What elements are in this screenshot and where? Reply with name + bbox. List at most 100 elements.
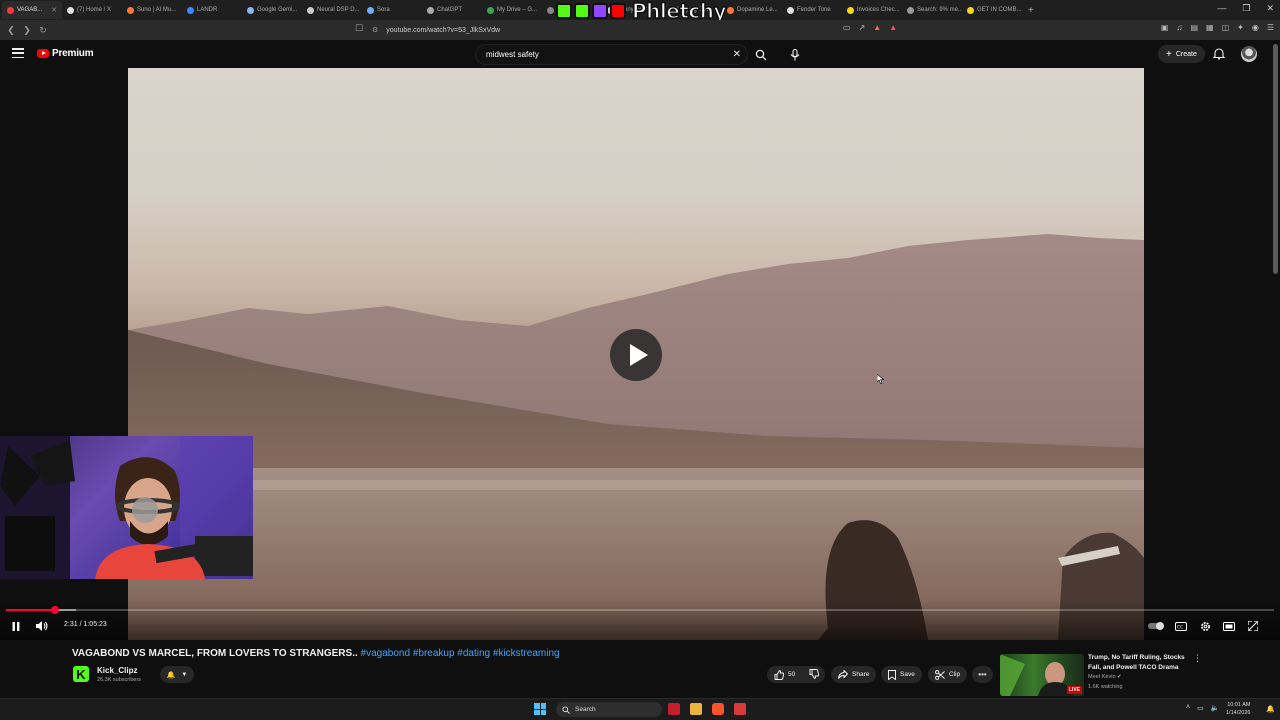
ai-icon[interactable]: ✦: [1237, 23, 1244, 32]
media-icon[interactable]: ♫: [1176, 23, 1182, 32]
browser-tab[interactable]: GET IN COMB...: [962, 1, 1022, 19]
taskbar-app-icon-2[interactable]: [734, 703, 746, 715]
rewards-icon[interactable]: ▲: [889, 23, 897, 32]
browser-menu-icon[interactable]: ☰: [1267, 23, 1274, 32]
clear-search-icon[interactable]: ✕: [733, 49, 741, 60]
system-clock[interactable]: 10:01 AM 1/14/2026: [1226, 701, 1250, 717]
bookmark-icon[interactable]: ☐: [355, 23, 363, 34]
big-play-button[interactable]: [610, 329, 662, 381]
browser-tab[interactable]: Suno | AI Mu...: [122, 1, 182, 19]
more-actions-button[interactable]: •••: [972, 666, 993, 683]
browser-tab[interactable]: Neural DSP D...: [302, 1, 362, 19]
browser-tab[interactable]: Dopamine Le...: [722, 1, 782, 19]
youtube-logo[interactable]: Premium: [37, 48, 94, 59]
new-tab-button[interactable]: +: [1022, 5, 1040, 16]
streamer-webcam-image: [0, 436, 253, 579]
video-player[interactable]: [128, 68, 1144, 640]
more-horizontal-icon: •••: [978, 670, 987, 679]
file-explorer-icon[interactable]: [690, 703, 702, 715]
autoplay-toggle[interactable]: [1147, 618, 1165, 634]
pause-button[interactable]: [9, 618, 23, 634]
like-button[interactable]: 50: [774, 669, 795, 680]
progress-bar[interactable]: [6, 606, 1274, 614]
voice-search-button[interactable]: [784, 44, 806, 65]
minimize-icon[interactable]: —: [1217, 3, 1226, 14]
tab-favicon-icon: [787, 6, 794, 14]
vpn-icon[interactable]: ◉: [1252, 23, 1259, 32]
captions-button[interactable]: CC: [1173, 618, 1189, 634]
avatar[interactable]: [1241, 46, 1257, 62]
suggested-video-viewers: 1.6K watching: [1088, 684, 1123, 690]
browser-tab[interactable]: Search: 9% me...: [902, 1, 962, 19]
save-button[interactable]: Save: [881, 666, 922, 683]
share-page-icon[interactable]: ↗: [859, 23, 866, 32]
browser-tab[interactable]: VAGAB... ✕: [2, 1, 62, 19]
save-label: Save: [900, 671, 915, 678]
suggested-video-title[interactable]: Trump, No Tariff Ruling, Stocks Fall, an…: [1088, 653, 1188, 672]
tab-label: ChatGPT: [437, 7, 463, 13]
thumbs-down-icon: [809, 668, 820, 679]
browser-tab[interactable]: Google Gemi...: [242, 1, 302, 19]
taskbar-app-icon[interactable]: [668, 703, 680, 715]
suggested-channel-name[interactable]: Meet Kevin: [1088, 674, 1116, 680]
settings-button[interactable]: [1197, 618, 1213, 634]
bookmark-save-icon: [888, 669, 896, 680]
browser-tab[interactable]: Sora: [362, 1, 422, 19]
back-icon[interactable]: ❮: [3, 25, 19, 36]
verified-icon: ✔: [1117, 674, 1122, 680]
hamburger-menu-icon[interactable]: [12, 48, 24, 58]
restore-icon[interactable]: ❐: [1242, 3, 1250, 14]
player-controls-gradient: [0, 600, 1280, 640]
bell-icon: [1212, 48, 1226, 60]
close-tab-icon[interactable]: ✕: [51, 6, 57, 14]
page-scrollbar[interactable]: [1273, 44, 1278, 274]
scrubber-handle[interactable]: [50, 606, 59, 614]
url-text[interactable]: youtube.com/watch?v=53_JlkSxVdw: [386, 27, 500, 34]
suggested-video-thumbnail[interactable]: LIVE: [1000, 654, 1084, 696]
sidebar-icon[interactable]: ◫: [1222, 23, 1230, 32]
browser-tab[interactable]: Fender Tone: [782, 1, 842, 19]
extension-icon[interactable]: ▣: [1161, 23, 1169, 32]
chevron-up-icon[interactable]: ˄: [1186, 704, 1190, 712]
scissors-icon: [935, 669, 945, 680]
reload-icon[interactable]: ↻: [35, 25, 51, 36]
close-window-icon[interactable]: ✕: [1266, 3, 1274, 14]
browser-tab[interactable]: LANDR: [182, 1, 242, 19]
mute-button[interactable]: [34, 618, 50, 634]
shield-icon[interactable]: ▲: [873, 23, 881, 32]
browser-tab[interactable]: ChatGPT: [422, 1, 482, 19]
share-button[interactable]: Share: [831, 666, 877, 683]
theater-mode-button[interactable]: [1221, 618, 1237, 634]
notification-bell-icon[interactable]: 🔔: [1266, 705, 1275, 713]
kebab-menu-icon[interactable]: ⋮: [1193, 653, 1202, 664]
video-hashtags[interactable]: #vagabond #breakup #dating #kickstreamin…: [361, 648, 560, 659]
windows-start-icon[interactable]: [534, 703, 546, 715]
notifications-button[interactable]: [1212, 47, 1226, 65]
dislike-button[interactable]: [809, 668, 820, 681]
fullscreen-button[interactable]: [1245, 618, 1261, 634]
subscription-bell-button[interactable]: 🔔 ▼: [160, 666, 194, 683]
search-box[interactable]: ✕: [475, 44, 748, 65]
cast-icon[interactable]: ▭: [843, 23, 851, 32]
search-button[interactable]: [750, 44, 772, 65]
browser-tab[interactable]: Invoices Chec...: [842, 1, 902, 19]
browser-tab[interactable]: My Drive – G...: [482, 1, 542, 19]
taskbar-search[interactable]: Search: [556, 702, 662, 717]
search-input[interactable]: [486, 50, 716, 59]
channel-name[interactable]: Kick_Clipz: [97, 666, 137, 675]
forward-icon[interactable]: ❯: [19, 25, 35, 36]
speaker-icon[interactable]: 🔈: [1211, 704, 1220, 712]
reading-list-icon[interactable]: ▤: [1190, 23, 1198, 32]
network-icon[interactable]: ▭: [1197, 704, 1204, 712]
create-button[interactable]: + Create: [1158, 45, 1205, 63]
url-field[interactable]: ⚙ youtube.com/watch?v=53_JlkSxVdw: [372, 23, 500, 37]
channel-avatar[interactable]: K: [73, 666, 89, 682]
clip-button[interactable]: Clip: [928, 666, 968, 683]
site-info-icon[interactable]: ⚙: [372, 26, 378, 34]
tab-favicon-icon: [127, 6, 134, 14]
browser-tab[interactable]: (7) Home / X: [62, 1, 122, 19]
address-bar: ❮ ❯ ↻ ☐ ⚙ youtube.com/watch?v=53_JlkSxVd…: [0, 20, 1280, 40]
bell-icon: 🔔: [166, 671, 176, 679]
wallet-icon[interactable]: ▦: [1206, 23, 1214, 32]
brave-browser-icon[interactable]: [712, 703, 724, 715]
